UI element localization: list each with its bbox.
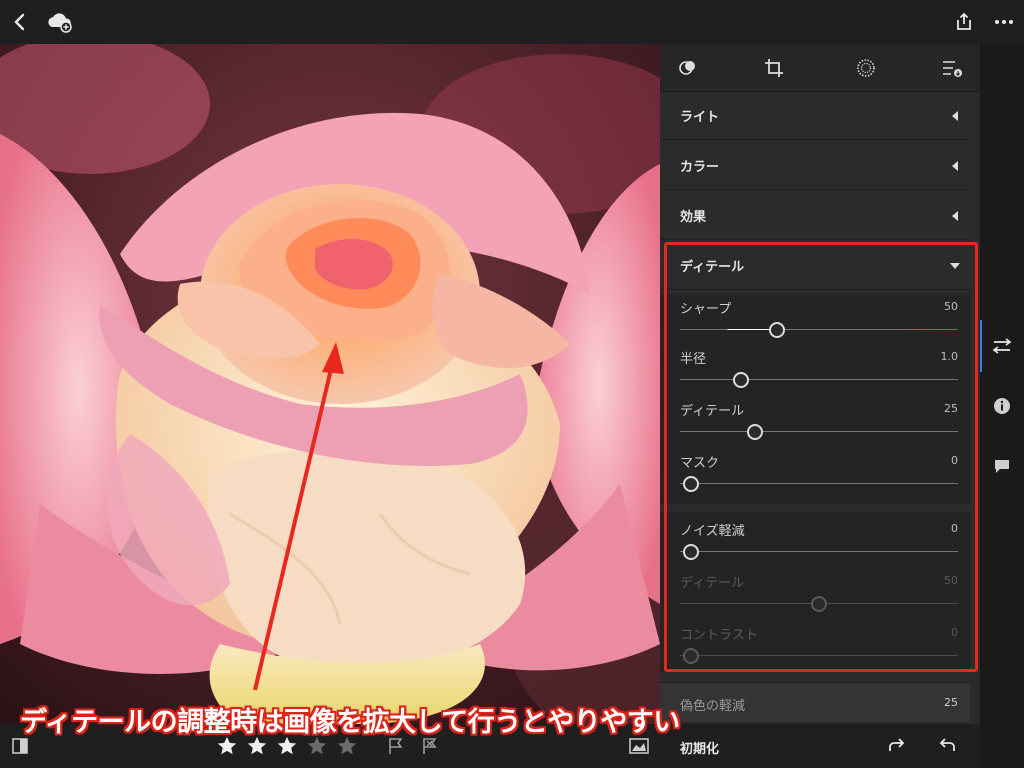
slider-row: ディテール 50: [680, 572, 958, 618]
slider-label: 半径: [680, 352, 707, 367]
slider-track[interactable]: [680, 379, 958, 380]
false-color-value: 25: [944, 696, 958, 709]
slider-knob[interactable]: [769, 322, 786, 338]
cloud-add-icon[interactable]: [46, 8, 74, 36]
collapse-arrow-icon: [952, 161, 958, 171]
slider-knob[interactable]: [733, 372, 750, 388]
section-effects[interactable]: 効果: [660, 192, 970, 240]
back-icon[interactable]: [6, 8, 34, 36]
section-label: ディテール: [680, 260, 745, 275]
slider-track[interactable]: [680, 329, 958, 330]
info-icon[interactable]: [990, 394, 1014, 418]
slider-knob[interactable]: [747, 424, 764, 440]
rose-photo: [0, 44, 660, 724]
compare-icon[interactable]: [10, 736, 30, 756]
section-label: ライト: [680, 110, 720, 125]
slider-row[interactable]: 半径 1.0: [680, 348, 958, 394]
slider-label: ディテール: [680, 576, 745, 591]
collapse-arrow-icon: [952, 111, 958, 121]
right-tool-bar: [980, 44, 1024, 768]
top-bar: [0, 0, 1024, 44]
histogram-icon[interactable]: [628, 736, 650, 756]
expand-arrow-icon: [950, 263, 960, 269]
false-color-row[interactable]: 偽色の軽減 25: [660, 682, 970, 722]
slider-label: シャープ: [680, 302, 732, 317]
section-label: 効果: [680, 210, 707, 225]
tool-strip: [660, 44, 980, 92]
slider-row: コントラスト 0: [680, 624, 958, 670]
slider-knob[interactable]: [683, 476, 700, 492]
slider-track[interactable]: [680, 483, 958, 484]
flag-reject-icon[interactable]: [420, 736, 440, 756]
more-icon[interactable]: [990, 8, 1018, 36]
slider-row[interactable]: マスク 0: [680, 452, 958, 498]
brush-icon[interactable]: [854, 56, 878, 80]
share-icon[interactable]: [950, 8, 978, 36]
slider-label: コントラスト: [680, 628, 758, 643]
adjust-icon[interactable]: [990, 334, 1014, 358]
filter-icon[interactable]: [676, 56, 700, 80]
reset-button[interactable]: 初期化: [680, 738, 719, 757]
crop-icon[interactable]: [762, 56, 786, 80]
flag-pick-icon[interactable]: [386, 736, 406, 756]
section-label: カラー: [680, 160, 720, 175]
slider-value: 50: [944, 574, 958, 587]
slider-value: 0: [951, 626, 958, 639]
slider-value: 50: [944, 300, 958, 313]
slider-row[interactable]: ディテール 25: [680, 400, 958, 446]
slider-track[interactable]: [680, 551, 958, 552]
slider-knob: [683, 648, 700, 664]
annotation-caption: ディテールの調整時は画像を拡大して行うとやりやすい: [20, 707, 680, 738]
panel-footer: 初期化: [660, 724, 980, 768]
slider-value: 1.0: [940, 350, 959, 363]
slider-value: 0: [951, 522, 958, 535]
slider-value: 25: [944, 402, 958, 415]
slider-track: [680, 655, 958, 656]
active-indicator: [980, 320, 982, 372]
redo-icon[interactable]: [886, 736, 908, 756]
presets-icon[interactable]: [940, 56, 964, 80]
edit-panel: ライト カラー 効果 ディテール シャープ 50 半径 1.0 ディテール 25 マスク 0 ノ…: [660, 44, 980, 768]
slider-label: ノイズ軽減: [680, 524, 745, 539]
slider-label: マスク: [680, 456, 720, 471]
section-light[interactable]: ライト: [660, 92, 970, 140]
comment-icon[interactable]: [990, 454, 1014, 478]
undo-icon[interactable]: [936, 736, 958, 756]
photo-canvas[interactable]: [0, 44, 660, 724]
slider-knob[interactable]: [683, 544, 700, 560]
collapse-arrow-icon: [952, 211, 958, 221]
section-color[interactable]: カラー: [660, 142, 970, 190]
slider-track[interactable]: [680, 431, 958, 432]
slider-label: ディテール: [680, 404, 745, 419]
section-detail[interactable]: ディテール: [660, 242, 970, 290]
false-color-label: 偽色の軽減: [680, 699, 746, 714]
slider-row[interactable]: シャープ 50: [680, 298, 958, 344]
slider-knob: [811, 596, 827, 612]
slider-row[interactable]: ノイズ軽減 0: [680, 520, 958, 566]
slider-value: 0: [951, 454, 958, 467]
